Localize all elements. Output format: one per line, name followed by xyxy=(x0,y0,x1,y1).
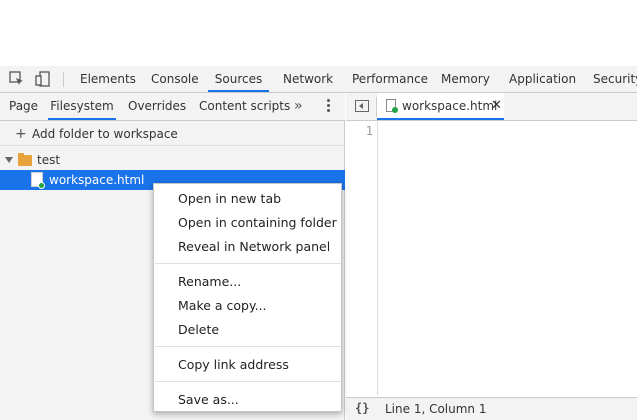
menu-copy-link[interactable]: Copy link address xyxy=(178,355,289,375)
menu-separator xyxy=(155,263,341,264)
file-status-dot xyxy=(38,182,45,189)
add-folder-label: Add folder to workspace xyxy=(32,127,178,141)
plus-icon: + xyxy=(15,126,27,142)
menu-open-containing-folder[interactable]: Open in containing folder xyxy=(178,213,337,233)
more-tabs-icon[interactable]: » xyxy=(294,98,303,114)
tab-page[interactable]: Page xyxy=(9,93,38,120)
tab-network[interactable]: Network xyxy=(283,66,333,92)
navigator-tabs: Page Filesystem Overrides Content script… xyxy=(0,93,345,121)
more-options-icon[interactable] xyxy=(327,99,331,115)
tab-filesystem[interactable]: Filesystem xyxy=(48,93,116,120)
inspect-element-icon[interactable] xyxy=(9,71,25,87)
editor-tab-label: workspace.html xyxy=(402,99,498,113)
toolbar-divider xyxy=(63,72,64,87)
menu-separator xyxy=(155,346,341,347)
menu-make-copy[interactable]: Make a copy... xyxy=(178,296,267,316)
tab-application[interactable]: Application xyxy=(509,66,576,92)
editor-tab-strip: workspace.html ✕ xyxy=(346,93,637,121)
pretty-print-icon[interactable]: {} xyxy=(355,401,369,415)
toggle-navigator-icon[interactable] xyxy=(355,100,369,112)
expand-triangle-icon[interactable] xyxy=(5,157,13,163)
add-folder-button[interactable]: + Add folder to workspace xyxy=(0,122,345,146)
tab-console[interactable]: Console xyxy=(151,66,199,92)
editor-statusbar: {} Line 1, Column 1 xyxy=(346,397,637,420)
menu-open-new-tab[interactable]: Open in new tab xyxy=(178,189,281,209)
tab-overrides[interactable]: Overrides xyxy=(128,93,186,120)
editor-pane: workspace.html ✕ 1 {} Line 1, Column 1 xyxy=(346,93,637,420)
line-gutter: 1 xyxy=(346,121,378,395)
folder-icon xyxy=(18,153,32,166)
tab-elements[interactable]: Elements xyxy=(80,66,136,92)
folder-label: test xyxy=(37,153,61,167)
context-menu: Open in new tab Open in containing folde… xyxy=(153,183,342,412)
close-tab-icon[interactable]: ✕ xyxy=(491,93,502,119)
menu-delete[interactable]: Delete xyxy=(178,320,219,340)
file-label: workspace.html xyxy=(49,173,145,187)
tree-folder-row[interactable]: test xyxy=(0,150,345,170)
editor-file-tab[interactable]: workspace.html ✕ xyxy=(377,93,504,120)
tab-memory[interactable]: Memory xyxy=(441,66,490,92)
cursor-position: Line 1, Column 1 xyxy=(385,402,487,416)
line-number: 1 xyxy=(365,124,373,138)
device-toolbar-icon[interactable] xyxy=(35,71,51,87)
menu-save-as[interactable]: Save as... xyxy=(178,390,239,410)
tab-sources[interactable]: Sources xyxy=(208,66,269,92)
menu-reveal-network[interactable]: Reveal in Network panel xyxy=(178,237,330,257)
tab-content-scripts[interactable]: Content scripts xyxy=(199,93,290,120)
tab-performance[interactable]: Performance xyxy=(352,66,428,92)
menu-separator xyxy=(155,381,341,382)
file-status-dot xyxy=(392,107,398,113)
menu-rename[interactable]: Rename... xyxy=(178,272,241,292)
tab-security[interactable]: Security xyxy=(593,66,637,92)
devtools-toolbar: Elements Console Sources Network Perform… xyxy=(0,66,637,93)
